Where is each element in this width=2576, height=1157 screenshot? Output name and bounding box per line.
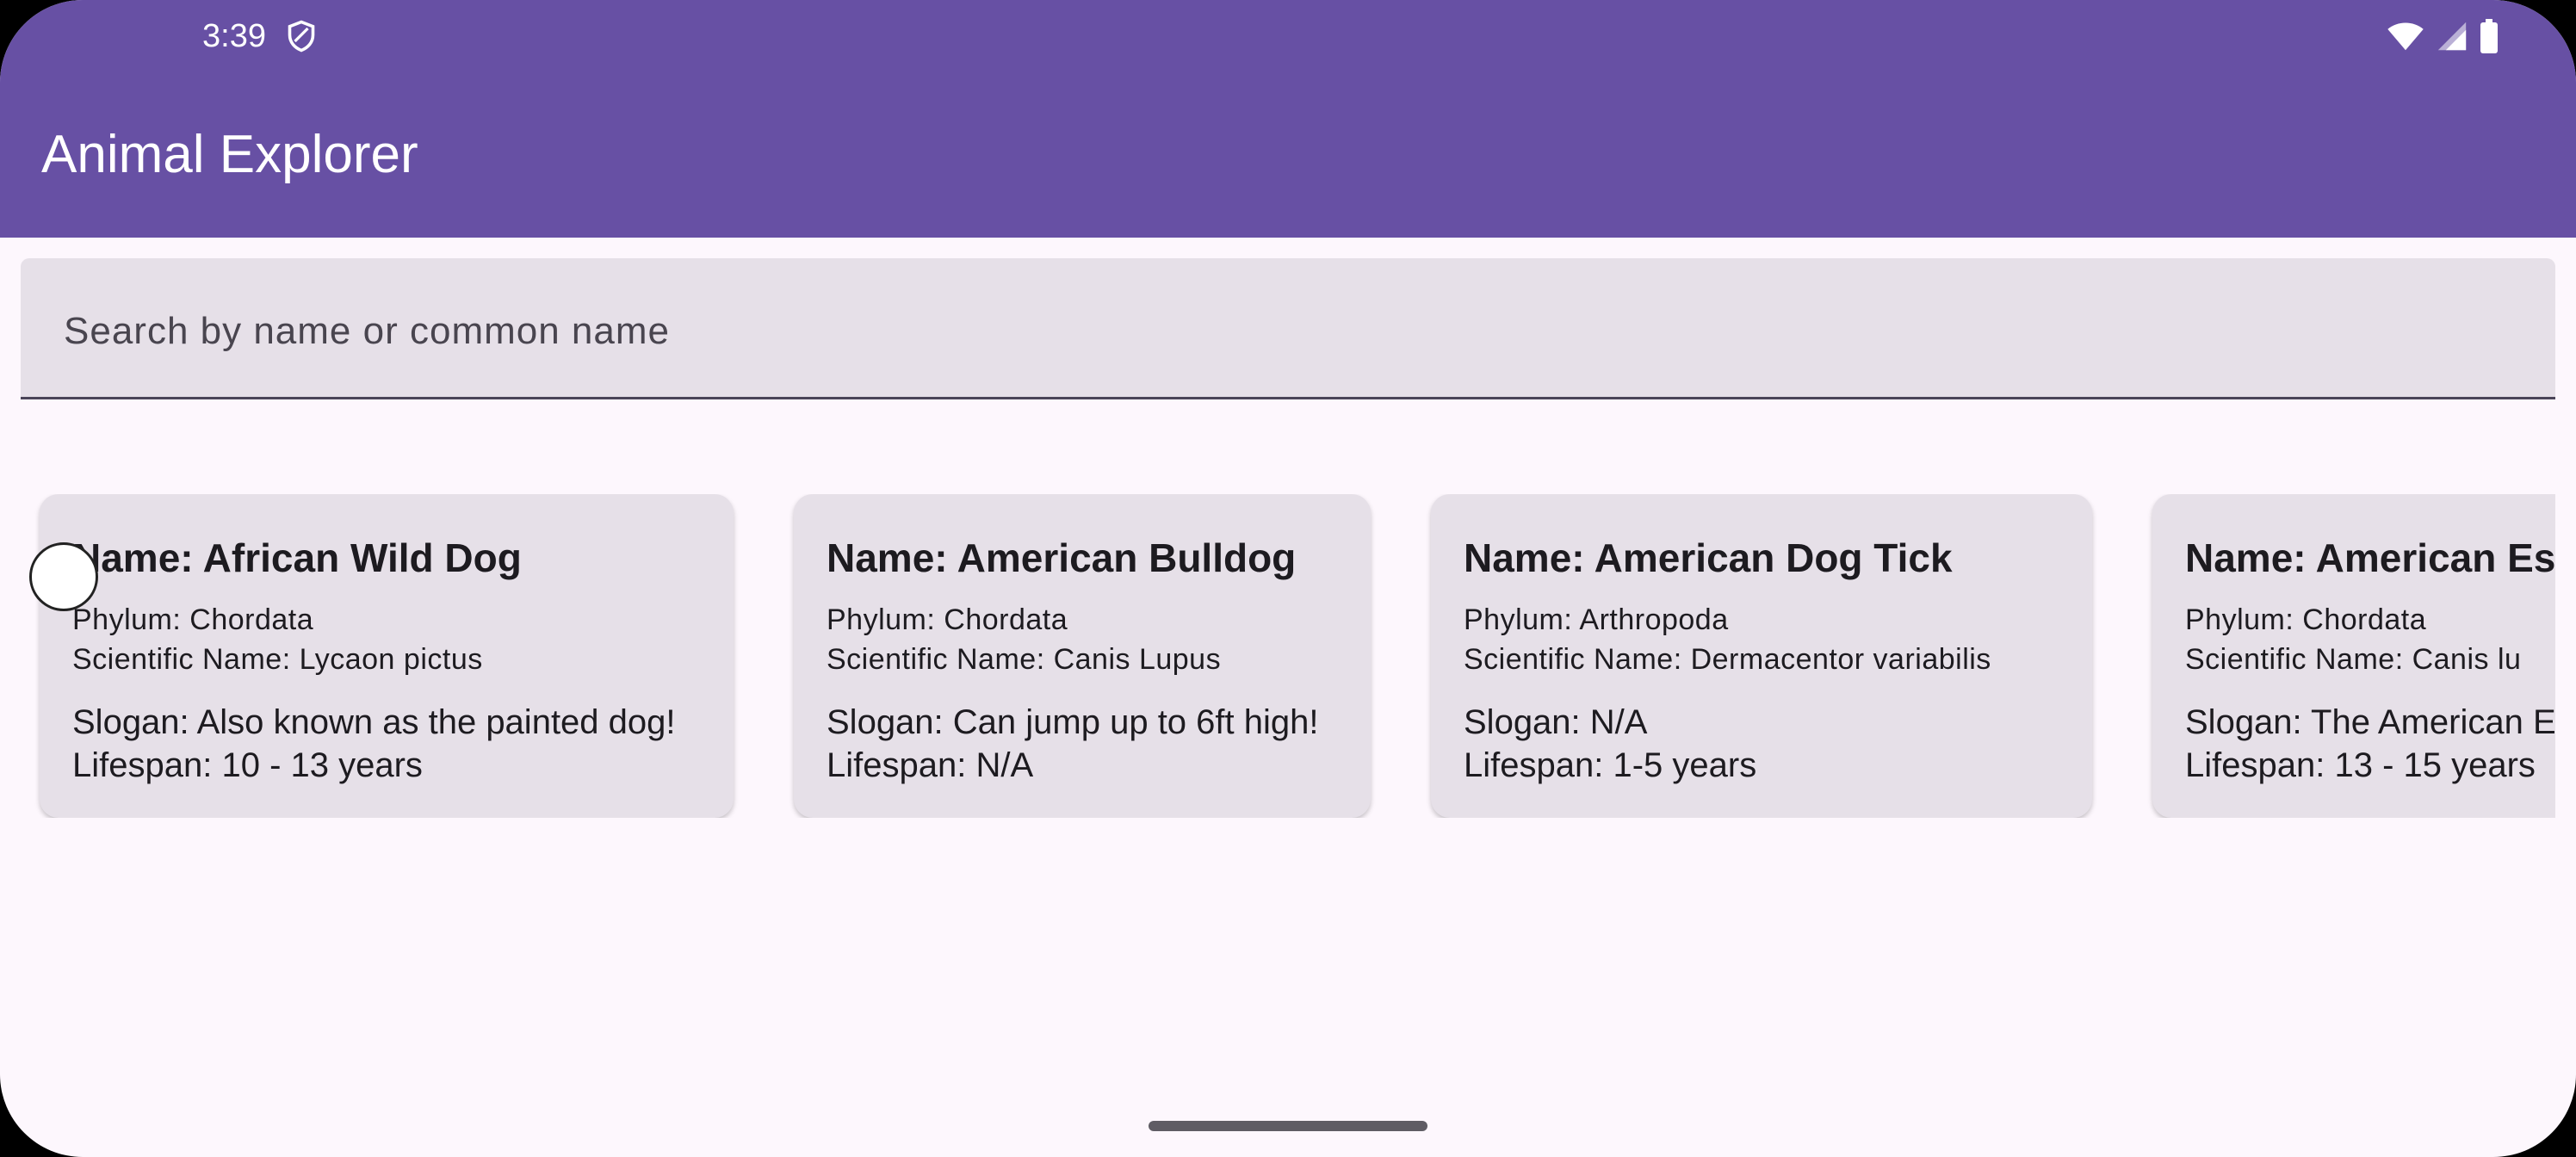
animal-lifespan: Lifespan: 10 - 13 years [72,746,423,784]
status-icons [2387,19,2499,53]
app-title: Animal Explorer [41,125,418,184]
animal-card-list[interactable]: Name: African Wild Dog Phylum: Chordata … [0,494,2555,818]
animal-scientific-name: Scientific Name: Canis lu [2185,643,2522,676]
animal-name: Name: American Es [2185,535,2555,580]
animal-card[interactable]: Name: American Es Phylum: Chordata Scien… [2152,494,2555,818]
top-app-bar: 3:39 Animal Explorer [0,0,2576,238]
animal-phylum: Phylum: Chordata [827,603,1068,636]
search-field[interactable] [21,258,2555,399]
animal-lifespan: Lifespan: N/A [827,746,1034,784]
animal-lifespan: Lifespan: 1-5 years [1464,746,1757,784]
animal-card[interactable]: Name: American Dog Tick Phylum: Arthropo… [1431,494,2092,818]
search-input[interactable] [62,303,2476,360]
animal-scientific-name: Scientific Name: Canis Lupus [827,643,1222,676]
animal-slogan: Slogan: Can jump up to 6ft high! [827,703,1319,741]
animal-lifespan: Lifespan: 13 - 15 years [2185,746,2536,784]
wifi-icon [2387,22,2424,51]
cellular-signal-icon [2437,22,2467,51]
animal-slogan: Slogan: Also known as the painted dog! [72,703,676,741]
animal-card[interactable]: Name: American Bulldog Phylum: Chordata … [794,494,1371,818]
device-screen: 3:39 Animal Explorer Name: African Wild … [0,0,2576,1157]
animal-phylum: Phylum: Chordata [2185,603,2427,636]
touch-indicator [29,542,98,611]
animal-slogan: Slogan: N/A [1464,703,1648,741]
animal-phylum: Phylum: Chordata [72,603,314,636]
battery-icon [2480,19,2498,53]
animal-name: Name: American Dog Tick [1464,535,1953,580]
shield-icon [288,20,315,53]
animal-name: Name: African Wild Dog [72,535,522,580]
animal-scientific-name: Scientific Name: Dermacentor variabilis [1464,643,1991,676]
animal-phylum: Phylum: Arthropoda [1464,603,1729,636]
animal-card[interactable]: Name: African Wild Dog Phylum: Chordata … [40,494,734,818]
status-time: 3:39 [202,18,266,54]
animal-slogan: Slogan: The American E [2185,703,2555,741]
home-indicator[interactable] [1149,1121,1427,1131]
animal-scientific-name: Scientific Name: Lycaon pictus [72,643,483,676]
animal-name: Name: American Bulldog [827,535,1297,580]
